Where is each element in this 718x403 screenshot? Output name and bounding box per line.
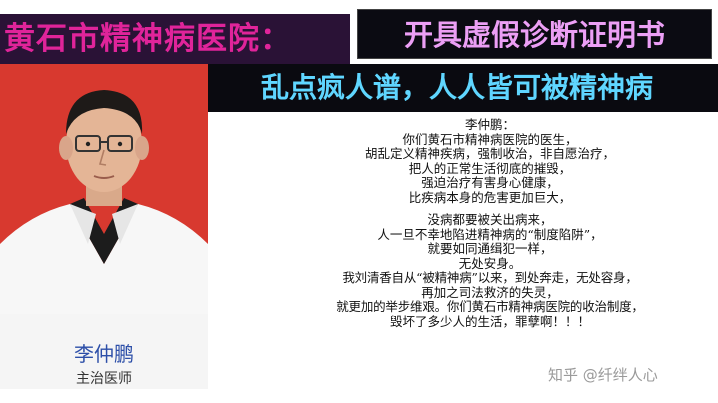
- name-area: 李仲鹏 主治医师: [0, 314, 208, 389]
- text-line: 比疾病本身的危害更加巨大，: [408, 189, 572, 205]
- text-line: 把人的正常生活彻底的摧毁，: [408, 160, 572, 176]
- doctor-title: 主治医师: [76, 371, 132, 387]
- doctor-portrait: [0, 90, 208, 314]
- text-line: 我刘清香自从“被精神病”以来，到处奔走，无处容身，: [342, 270, 638, 285]
- text-line: 无处安身。: [458, 255, 522, 271]
- zhihu-watermark: 知乎 @纤绊人心: [548, 366, 658, 384]
- headline-top: 开具虚假诊断证明书: [357, 9, 712, 59]
- doctor-profile-card: 李仲鹏 主治医师: [0, 64, 208, 389]
- text-line: 就更加的举步维艰。你们黄石市精神病医院的收治制度，: [336, 299, 644, 314]
- hospital-title: 黄石市精神病医院：: [0, 14, 350, 64]
- doctor-name: 李仲鹏: [74, 342, 134, 366]
- text-line: 李仲鹏：: [464, 117, 515, 132]
- text-line: 毁坏了多少人的生活，罪孽啊！！！: [389, 313, 590, 329]
- statement-text: 李仲鹏： 你们黄石市精神病医院的医生， 胡乱定义精神疾病，强制收治，非自愿治疗，…: [300, 117, 680, 329]
- text-line: 胡乱定义精神疾病，强制收治，非自愿治疗，: [364, 146, 615, 161]
- text-line: 就要如同通缉犯一样，: [427, 241, 553, 256]
- text-line: 强迫治疗有害身心健康，: [421, 175, 559, 190]
- headline-bottom: 乱点疯人谱，人人皆可被精神病: [196, 64, 718, 112]
- text-line: 人一旦不幸地陷进精神病的“制度陷阱”，: [377, 226, 603, 242]
- text-line: 再加之司法救济的失灵，: [421, 284, 559, 300]
- text-line: 没病都要被关出病来，: [427, 212, 553, 227]
- text-line: 你们黄石市精神病医院的医生，: [402, 131, 578, 147]
